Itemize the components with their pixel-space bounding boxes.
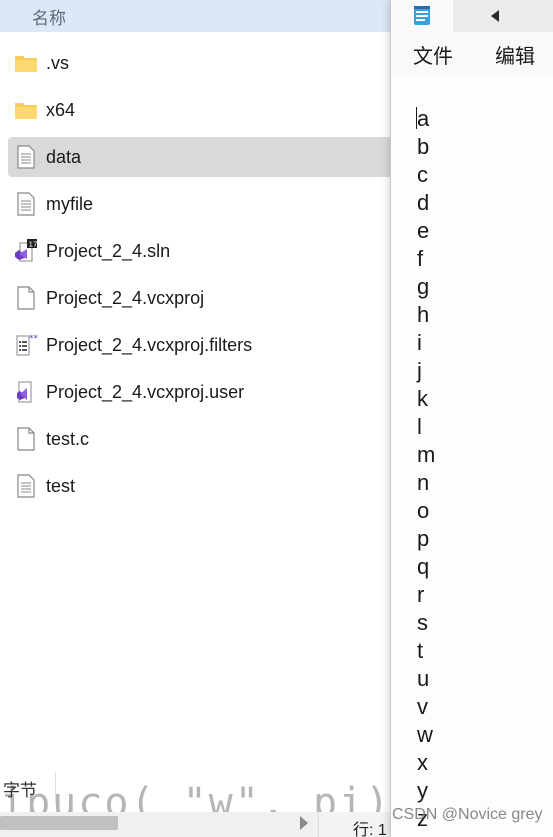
text-line: a bbox=[417, 106, 430, 131]
svg-text:17: 17 bbox=[29, 241, 38, 249]
text-line: r bbox=[417, 582, 425, 607]
file-name: Project_2_4.vcxproj.user bbox=[46, 381, 245, 402]
file-row[interactable]: test bbox=[8, 466, 392, 506]
menu-edit[interactable]: 编辑 bbox=[495, 40, 535, 69]
file-row[interactable]: .vs bbox=[8, 43, 392, 83]
text-line: m bbox=[417, 442, 436, 467]
blank-file-icon bbox=[14, 284, 38, 312]
text-line: x bbox=[417, 750, 428, 775]
folder-icon bbox=[14, 96, 38, 124]
text-line: u bbox=[417, 666, 430, 691]
file-row[interactable]: 17 Project_2_4.sln bbox=[8, 231, 392, 271]
file-name: myfile bbox=[46, 193, 94, 214]
visual-studio-file-icon bbox=[14, 378, 38, 406]
notepad-menubar: 文件 编辑 bbox=[391, 32, 553, 76]
scroll-right-arrow-icon[interactable] bbox=[300, 816, 308, 830]
notepad-tab[interactable] bbox=[391, 0, 453, 32]
text-line: w bbox=[417, 722, 433, 747]
text-line: q bbox=[417, 554, 430, 579]
screen: 名称 .vs x64 data myfile 17 Project_2_4.sln Proj… bbox=[0, 0, 553, 837]
size-status-label: 字节 bbox=[0, 772, 56, 804]
file-name: test bbox=[46, 475, 76, 496]
file-row[interactable]: data bbox=[8, 137, 392, 177]
text-line: d bbox=[417, 190, 430, 215]
svg-text:**: ** bbox=[29, 334, 38, 344]
file-row[interactable]: Project_2_4.vcxproj bbox=[8, 278, 392, 318]
name-column-header[interactable]: 名称 bbox=[0, 0, 392, 32]
text-line: l bbox=[417, 414, 422, 439]
text-file-icon bbox=[14, 190, 38, 218]
file-row[interactable]: x64 bbox=[8, 90, 392, 130]
notepad-text-area[interactable]: abcdefghijklmnopqrstuvwxyz bbox=[391, 76, 553, 837]
visual-studio-solution-icon: 17 bbox=[14, 237, 38, 265]
blank-file-icon bbox=[14, 425, 38, 453]
file-name: .vs bbox=[46, 52, 70, 73]
scrollbar-thumb[interactable] bbox=[0, 816, 118, 830]
text-line: k bbox=[417, 386, 428, 411]
file-explorer: 名称 .vs x64 data myfile 17 Project_2_4.sln Proj… bbox=[0, 0, 392, 837]
watermark: CSDN @Novice grey bbox=[392, 806, 543, 823]
text-line: c bbox=[417, 162, 428, 187]
text-line: s bbox=[417, 610, 428, 635]
text-line: y bbox=[417, 778, 428, 803]
notepad-app-icon bbox=[414, 6, 430, 25]
text-line: t bbox=[417, 638, 424, 663]
file-row[interactable]: ** Project_2_4.vcxproj.filters bbox=[8, 325, 392, 365]
text-line: g bbox=[417, 274, 430, 299]
file-name: Project_2_4.vcxproj.filters bbox=[46, 334, 253, 355]
text-line: h bbox=[417, 302, 430, 327]
background-code-text: ipuco( "w", pi); bbox=[0, 780, 392, 816]
file-name: data bbox=[46, 146, 82, 167]
text-file-icon bbox=[14, 472, 38, 500]
notepad-titlebar bbox=[391, 0, 553, 32]
filters-file-icon: ** bbox=[14, 331, 38, 359]
text-file-icon bbox=[14, 143, 38, 171]
notepad-window: 文件 编辑 abcdefghijklmnopqrstuvwxyz bbox=[390, 0, 553, 837]
file-row[interactable]: Project_2_4.vcxproj.user bbox=[8, 372, 392, 412]
back-arrow-icon[interactable] bbox=[483, 0, 507, 32]
text-line: v bbox=[417, 694, 428, 719]
file-row[interactable]: myfile bbox=[8, 184, 392, 224]
text-line: f bbox=[417, 246, 424, 271]
text-line: b bbox=[417, 134, 430, 159]
text-line: n bbox=[417, 470, 430, 495]
file-name: test.c bbox=[46, 428, 90, 449]
folder-icon bbox=[14, 49, 38, 77]
file-row[interactable]: test.c bbox=[8, 419, 392, 459]
text-line: j bbox=[417, 358, 422, 383]
file-name: x64 bbox=[46, 99, 76, 120]
file-name: Project_2_4.vcxproj bbox=[46, 287, 205, 308]
text-line: p bbox=[417, 526, 430, 551]
text-line: e bbox=[417, 218, 430, 243]
menu-file[interactable]: 文件 bbox=[413, 40, 453, 69]
text-line: o bbox=[417, 498, 430, 523]
file-name: Project_2_4.sln bbox=[46, 240, 171, 261]
text-line: i bbox=[417, 330, 422, 355]
row-col-indicator: 行: 1 bbox=[318, 812, 392, 837]
